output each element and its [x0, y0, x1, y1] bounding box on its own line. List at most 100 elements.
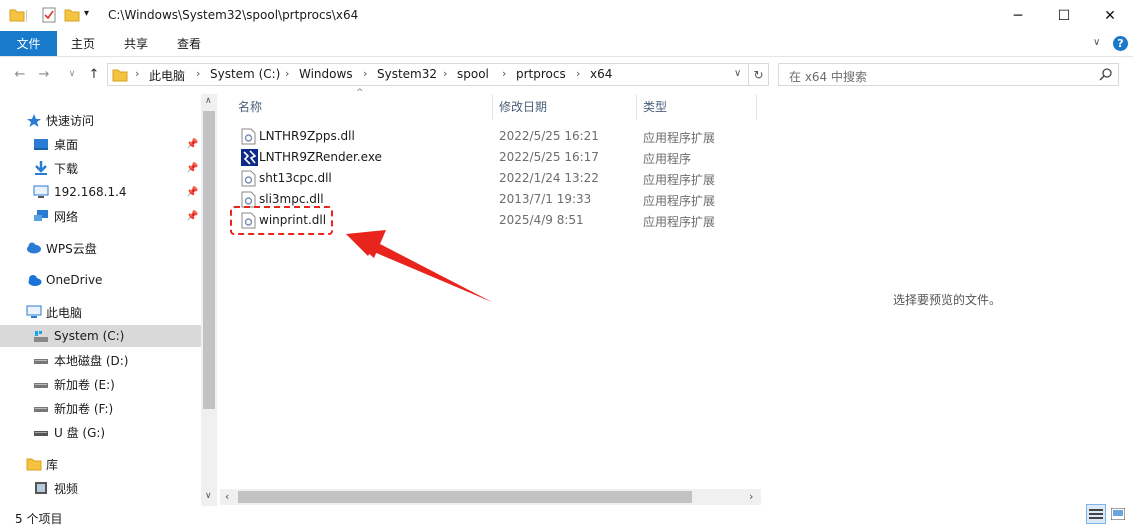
file-type: 应用程序扩展: [643, 194, 716, 208]
nav-downloads[interactable]: 下载 📌: [0, 157, 201, 179]
nav-drive-d[interactable]: 本地磁盘 (D:): [0, 349, 201, 371]
breadcrumb-spool[interactable]: spool: [457, 67, 489, 81]
file-row[interactable]: sht13cpc.dll 2022/1/24 13:22 应用程序扩展: [230, 168, 750, 189]
folder-icon: [112, 67, 128, 86]
chevron-right-icon[interactable]: ›: [576, 67, 580, 80]
nav-library-label: 库: [46, 457, 59, 472]
recent-locations-icon[interactable]: ∨: [62, 65, 82, 83]
scroll-up-icon[interactable]: ∧: [205, 96, 212, 106]
scroll-left-icon[interactable]: ‹: [225, 490, 229, 503]
forward-icon[interactable]: →: [34, 65, 54, 83]
qat-dropdown-icon[interactable]: ▾: [84, 8, 102, 26]
column-divider[interactable]: [492, 94, 493, 120]
breadcrumb-system32[interactable]: System32: [377, 67, 437, 81]
navigation-pane: 快速访问 桌面 📌 下载 📌 192.168.1.4 📌 网络 📌 WPS云盘 …: [0, 94, 201, 506]
file-row[interactable]: LNTHR9Zpps.dll 2022/5/25 16:21 应用程序扩展: [230, 126, 750, 147]
nav-onedrive-label: OneDrive: [46, 273, 103, 287]
pin-icon[interactable]: 📌: [186, 211, 198, 222]
library-icon: [26, 457, 42, 471]
search-input[interactable]: 在 x64 中搜索: [778, 63, 1119, 86]
nav-wps-cloud[interactable]: WPS云盘: [0, 237, 201, 259]
nav-drive-e[interactable]: 新加卷 (E:): [0, 373, 201, 395]
column-header-name[interactable]: 名称: [238, 98, 262, 115]
nav-this-pc-label: 此电脑: [46, 305, 83, 320]
properties-icon[interactable]: [40, 6, 58, 24]
breadcrumb-system-c[interactable]: System (C:): [210, 67, 280, 81]
tab-view[interactable]: 查看: [177, 31, 201, 56]
nav-drive-f[interactable]: 新加卷 (F:): [0, 397, 201, 419]
nav-network-share[interactable]: 192.168.1.4 📌: [0, 181, 201, 203]
file-date: 2022/5/25 16:21: [499, 129, 599, 143]
refresh-icon[interactable]: ↻: [749, 63, 769, 86]
download-icon: [33, 161, 49, 175]
chevron-right-icon[interactable]: ›: [502, 67, 506, 80]
tab-home[interactable]: 主页: [71, 31, 95, 56]
nav-network[interactable]: 网络 📌: [0, 205, 201, 227]
scroll-down-icon[interactable]: ∨: [205, 491, 212, 501]
minimize-icon[interactable]: ─: [995, 0, 1041, 31]
drive-icon: [33, 401, 49, 415]
network-drive-icon: [33, 185, 49, 199]
breadcrumb-prtprocs[interactable]: prtprocs: [516, 67, 566, 81]
tab-share[interactable]: 共享: [124, 31, 148, 56]
nav-scrollbar[interactable]: ∧ ∨: [201, 94, 217, 506]
nav-drive-e-label: 新加卷 (E:): [54, 377, 115, 392]
file-name: sli3mpc.dll: [259, 192, 324, 206]
window-title: C:\Windows\System32\spool\prtprocs\x64: [108, 8, 359, 22]
column-divider[interactable]: [756, 94, 757, 120]
nav-downloads-label: 下载: [54, 161, 79, 176]
network-icon: [33, 209, 49, 223]
tab-file[interactable]: 文件: [0, 31, 57, 56]
nav-onedrive[interactable]: OneDrive: [0, 269, 201, 291]
help-icon[interactable]: ?: [1113, 36, 1128, 51]
folder-icon: [8, 6, 26, 24]
nav-desktop-label: 桌面: [54, 137, 79, 152]
back-icon[interactable]: ←: [10, 65, 30, 83]
ribbon-tabs: 文件 主页 共享 查看 ∨ ?: [0, 31, 1133, 57]
nav-library[interactable]: 库: [0, 453, 201, 475]
up-icon[interactable]: ↑: [84, 65, 104, 83]
nav-drive-d-label: 本地磁盘 (D:): [54, 353, 129, 368]
address-bar[interactable]: › 此电脑 › System (C:) › Windows › System32…: [107, 63, 749, 86]
breadcrumb-this-pc[interactable]: 此电脑: [149, 67, 185, 84]
file-row[interactable]: LNTHR9ZRender.exe 2022/5/25 16:17 应用程序: [230, 147, 750, 168]
address-dropdown-icon[interactable]: ∨: [734, 68, 741, 79]
system-drive-icon: [33, 329, 49, 343]
nav-drive-c-label: System (C:): [54, 329, 125, 343]
scrollbar-thumb[interactable]: [203, 111, 215, 409]
nav-network-label: 网络: [54, 209, 79, 224]
nav-drive-c[interactable]: System (C:): [0, 325, 201, 347]
pin-icon[interactable]: 📌: [186, 139, 198, 150]
pin-icon[interactable]: 📌: [186, 163, 198, 174]
file-date: 2022/5/25 16:17: [499, 150, 599, 164]
close-icon[interactable]: ✕: [1087, 0, 1133, 31]
details-view-icon[interactable]: [1086, 504, 1106, 524]
column-header-date[interactable]: 修改日期: [499, 98, 547, 115]
new-folder-icon[interactable]: [63, 6, 81, 24]
nav-desktop[interactable]: 桌面 📌: [0, 133, 201, 155]
scroll-right-icon[interactable]: ›: [749, 490, 753, 503]
drive-icon: [33, 377, 49, 391]
breadcrumb-x64[interactable]: x64: [590, 67, 612, 81]
chevron-right-icon[interactable]: ›: [363, 67, 367, 80]
nav-video[interactable]: 视频: [0, 477, 201, 499]
search-icon[interactable]: [1099, 67, 1113, 84]
chevron-right-icon[interactable]: ›: [285, 67, 289, 80]
ribbon-expand-icon[interactable]: ∨: [1093, 37, 1100, 48]
scrollbar-thumb[interactable]: [238, 491, 692, 503]
file-name: LNTHR9ZRender.exe: [259, 150, 382, 164]
chevron-right-icon[interactable]: ›: [135, 67, 139, 80]
column-header-type[interactable]: 类型: [643, 98, 667, 115]
chevron-right-icon[interactable]: ›: [443, 67, 447, 80]
nav-this-pc[interactable]: 此电脑: [0, 301, 201, 323]
maximize-icon[interactable]: ☐: [1041, 0, 1087, 31]
nav-drive-g[interactable]: U 盘 (G:): [0, 421, 201, 443]
file-type: 应用程序扩展: [643, 131, 716, 145]
breadcrumb-windows[interactable]: Windows: [299, 67, 353, 81]
chevron-right-icon[interactable]: ›: [196, 67, 200, 80]
large-icons-view-icon[interactable]: [1108, 504, 1128, 524]
file-list-hscrollbar[interactable]: ‹ ›: [220, 489, 761, 505]
pin-icon[interactable]: 📌: [186, 187, 198, 198]
nav-quick-access[interactable]: 快速访问: [0, 109, 201, 131]
column-divider[interactable]: [636, 94, 637, 120]
